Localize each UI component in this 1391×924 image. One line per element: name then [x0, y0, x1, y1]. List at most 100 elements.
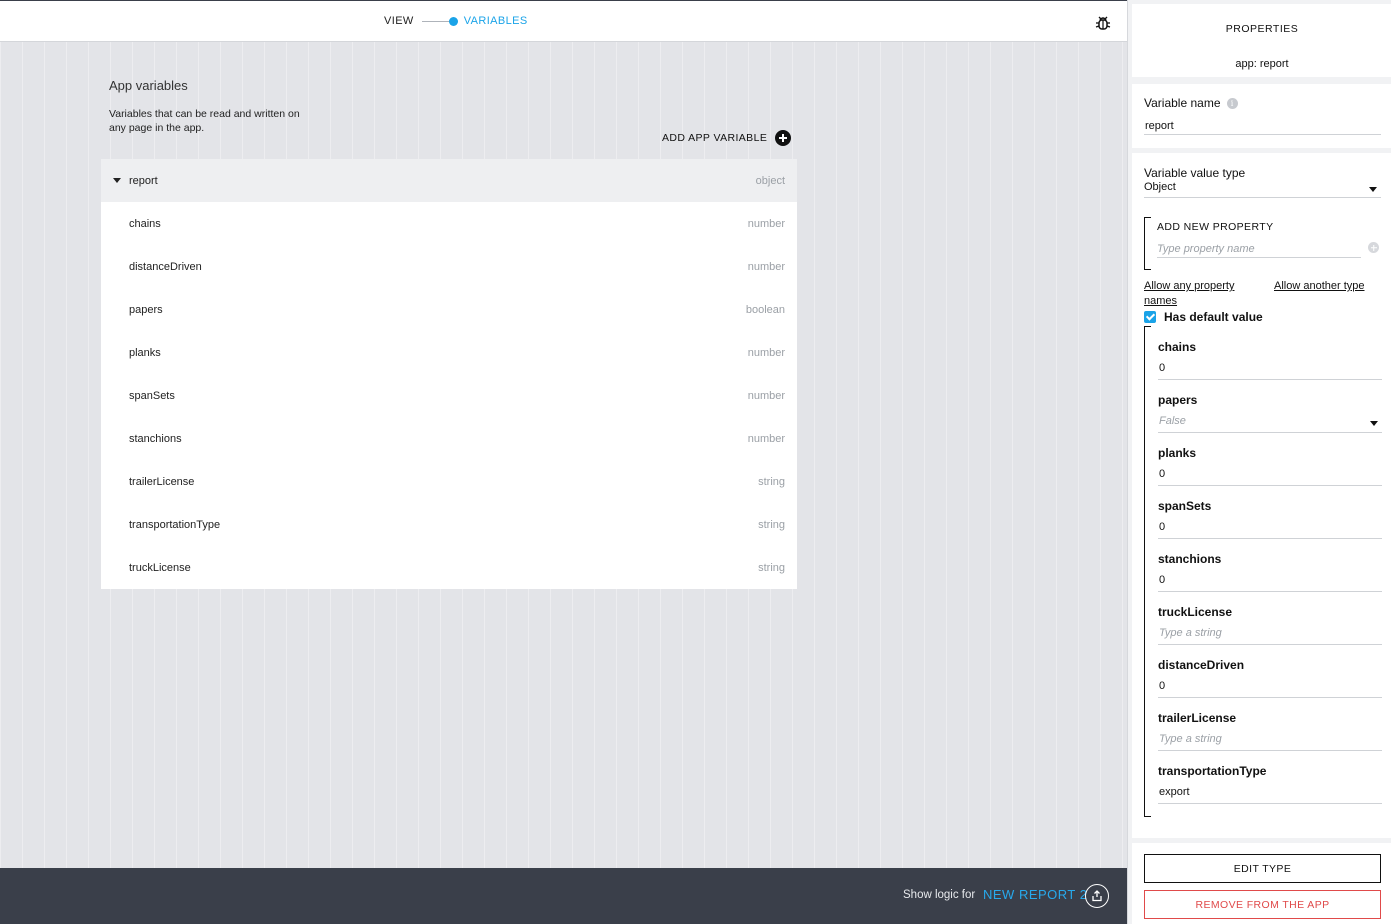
default-value-item-chains: chains 0: [1158, 326, 1382, 380]
allow-any-property-names-link[interactable]: Allow any property names: [1144, 279, 1259, 309]
default-value-name: transportationType: [1158, 764, 1267, 778]
variables-table: report object chains number distanceDriven…: [101, 159, 797, 589]
default-value-input[interactable]: 0: [1158, 574, 1382, 592]
default-value-text: 0: [1159, 362, 1166, 374]
variable-type: boolean: [745, 303, 785, 316]
default-value-input[interactable]: Type a string: [1158, 627, 1382, 645]
bottom-bar: Show logic for NEW REPORT 2: [0, 868, 1127, 924]
properties-panel: PROPERTIES app: report Variable namei Va…: [1127, 0, 1391, 924]
value-type-select[interactable]: Object: [1144, 181, 1381, 198]
edit-type-button[interactable]: EDIT TYPE: [1144, 854, 1381, 883]
default-value-input[interactable]: 0: [1158, 468, 1382, 486]
add-property-icon[interactable]: [1368, 242, 1379, 253]
variable-row-trailerLicense[interactable]: trailerLicense string: [101, 460, 797, 503]
variable-name: distanceDriven: [129, 260, 202, 273]
show-logic-label: Show logic for: [903, 889, 976, 901]
variable-name: transportationType: [129, 518, 221, 531]
default-value-input[interactable]: Type a string: [1158, 733, 1382, 751]
properties-subtitle: app: report: [1235, 58, 1289, 70]
export-icon[interactable]: [1085, 884, 1109, 908]
mode-view-label[interactable]: VIEW: [384, 15, 414, 27]
variable-name: spanSets: [129, 389, 175, 402]
default-value-item-stanchions: stanchions 0: [1158, 538, 1382, 592]
variable-type: object: [755, 174, 785, 187]
add-new-property-label: ADD NEW PROPERTY: [1157, 221, 1274, 233]
default-value-item-papers: papers False: [1158, 379, 1382, 433]
chevron-down-icon[interactable]: [1370, 421, 1378, 426]
info-icon[interactable]: i: [1226, 98, 1238, 109]
default-values-list: chains 0 papers False planks 0 spanSets 0 stanch…: [1144, 326, 1382, 817]
default-value-input[interactable]: 0: [1158, 521, 1382, 539]
variable-type-card: Variable value type Object ADD NEW PROPE…: [1132, 153, 1391, 838]
mode-toggle-knob: [448, 17, 458, 26]
variable-row-planks[interactable]: planks number: [101, 331, 797, 374]
variable-name-card: Variable name i: [1132, 84, 1391, 148]
add-circle-icon[interactable]: [775, 130, 792, 146]
actions-card: EDIT TYPE REMOVE FROM THE APP: [1132, 843, 1391, 924]
variable-name-label: Variable name i: [1144, 96, 1238, 110]
top-bar: VIEW VARIABLES: [0, 0, 1127, 42]
variable-type: string: [758, 518, 785, 531]
mode-switch[interactable]: VIEW VARIABLES: [384, 15, 528, 27]
default-value-input[interactable]: 0: [1158, 362, 1382, 380]
variable-type: number: [747, 432, 785, 445]
default-value-text: 0: [1159, 468, 1166, 480]
properties-title: PROPERTIES: [1225, 23, 1299, 35]
variable-name: stanchions: [129, 432, 182, 445]
logic-target-link[interactable]: NEW REPORT 2: [983, 887, 1087, 902]
default-value-text: Type a string: [1159, 627, 1222, 639]
variables-canvas: App variables Variables that can be read…: [0, 42, 1127, 868]
chevron-down-icon[interactable]: [1369, 187, 1377, 192]
has-default-value-row[interactable]: Has default value: [1144, 310, 1263, 324]
section-description: Variables that can be read and written o…: [109, 108, 300, 134]
allow-another-type-link[interactable]: Allow another type: [1274, 279, 1365, 294]
variable-type: number: [747, 260, 785, 273]
caret-down-icon[interactable]: [113, 178, 121, 183]
default-value-name: stanchions: [1158, 552, 1222, 566]
mode-variables-label[interactable]: VARIABLES: [464, 15, 528, 27]
variable-type: string: [758, 561, 785, 574]
variable-name: papers: [129, 303, 163, 316]
add-app-variable-label[interactable]: ADD APP VARIABLE: [662, 132, 767, 144]
debug-bug-icon[interactable]: [1094, 14, 1112, 32]
variable-name-input[interactable]: [1144, 118, 1381, 135]
mode-toggle[interactable]: [421, 15, 458, 27]
section-title: App variables: [109, 78, 188, 93]
variable-name: chains: [129, 217, 161, 230]
variable-type: number: [747, 346, 785, 359]
variable-row-transportationType[interactable]: transportationType string: [101, 503, 797, 546]
default-value-input[interactable]: 0: [1158, 680, 1382, 698]
variable-type: number: [747, 389, 785, 402]
default-value-name: planks: [1158, 446, 1197, 460]
default-value-item-spanSets: spanSets 0: [1158, 485, 1382, 539]
variable-row-truckLicense[interactable]: truckLicense string: [101, 546, 797, 589]
variable-type: string: [758, 475, 785, 488]
add-app-variable-button[interactable]: ADD APP VARIABLE: [662, 130, 792, 146]
add-property-bracket: [1144, 217, 1151, 270]
variable-row-papers[interactable]: papers boolean: [101, 288, 797, 331]
default-value-input[interactable]: export: [1158, 786, 1382, 804]
value-type-selected: Object: [1144, 181, 1176, 193]
default-value-name: distanceDriven: [1158, 658, 1245, 672]
default-value-name: spanSets: [1158, 499, 1212, 513]
variable-row-spanSets[interactable]: spanSets number: [101, 374, 797, 417]
checkbox-checked-icon[interactable]: [1144, 311, 1156, 323]
remove-from-app-button[interactable]: REMOVE FROM THE APP: [1144, 890, 1381, 919]
variable-name: truckLicense: [129, 561, 191, 574]
default-value-text: export: [1159, 786, 1190, 798]
default-value-text: False: [1159, 415, 1186, 427]
variable-row-chains[interactable]: chains number: [101, 202, 797, 245]
default-value-item-distanceDriven: distanceDriven 0: [1158, 644, 1382, 698]
default-value-select[interactable]: False: [1158, 415, 1382, 433]
variable-row-stanchions[interactable]: stanchions number: [101, 417, 797, 460]
variable-name: report: [129, 174, 158, 187]
default-value-item-truckLicense: truckLicense Type a string: [1158, 591, 1382, 645]
default-value-item-trailerLicense: trailerLicense Type a string: [1158, 697, 1382, 751]
variable-row-distanceDriven[interactable]: distanceDriven number: [101, 245, 797, 288]
value-type-label: Variable value type: [1144, 166, 1246, 180]
default-value-text: 0: [1159, 680, 1166, 692]
property-name-input[interactable]: [1157, 240, 1361, 258]
variable-name: trailerLicense: [129, 475, 195, 488]
variable-row-report[interactable]: report object: [101, 159, 797, 202]
properties-header: PROPERTIES app: report: [1132, 4, 1391, 77]
